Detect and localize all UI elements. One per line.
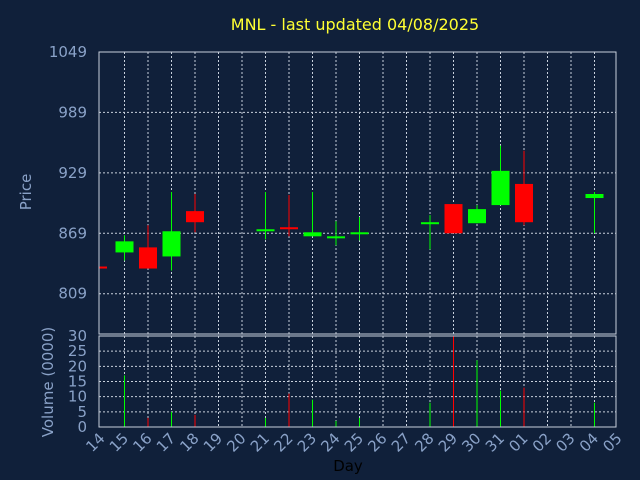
candle-16 [139, 225, 157, 269]
x-tick-label: 02 [529, 429, 555, 455]
price-axis-ticks: 809 869 929 989 1049 [49, 43, 87, 303]
x-tick-label: 16 [129, 429, 155, 455]
candle-14 [99, 266, 107, 269]
volume-tick-label: 30 [68, 327, 87, 345]
candle-18 [186, 194, 204, 233]
candle-body [256, 229, 275, 232]
candle-body [491, 170, 510, 206]
x-tick-label: 19 [200, 429, 226, 455]
price-tick-label: 929 [58, 164, 87, 182]
price-tick-label: 869 [58, 224, 87, 242]
candle-body [350, 232, 369, 235]
volume-grid [99, 335, 616, 428]
chart-title: MNL - last updated 04/08/2025 [231, 15, 479, 34]
candle-body [280, 227, 298, 230]
x-tick-label: 23 [294, 429, 320, 455]
candle-28 [421, 215, 439, 250]
candle-body [421, 222, 439, 225]
candle-24 [327, 221, 345, 246]
x-tick-label: 01 [505, 429, 531, 455]
candle-body [139, 247, 157, 269]
candle-body [162, 231, 181, 257]
x-tick-label: 21 [247, 429, 273, 455]
x-tick-label: 24 [317, 429, 343, 455]
candlestick-series [99, 145, 604, 271]
candle-01 [515, 150, 533, 226]
x-tick-label: 17 [153, 429, 179, 455]
candle-body [303, 232, 322, 237]
volume-axis-label: Volume (0000) [39, 327, 57, 437]
x-axis-label: Day [333, 457, 363, 475]
candle-31 [491, 145, 510, 206]
candle-body [115, 241, 134, 253]
x-axis-ticks: 1415161718192021222324252627282930310102… [82, 429, 625, 455]
price-tick-label: 989 [58, 103, 87, 121]
candle-21 [256, 191, 275, 240]
candle-body [327, 236, 345, 239]
price-tick-label: 1049 [49, 43, 87, 61]
x-tick-label: 15 [106, 429, 132, 455]
x-tick-label: 30 [458, 429, 484, 455]
candle-23 [303, 191, 322, 237]
x-tick-label: 04 [576, 429, 602, 455]
candle-body [515, 183, 533, 223]
candle-25 [350, 217, 369, 241]
x-tick-label: 28 [411, 429, 437, 455]
price-tick-label: 809 [58, 285, 87, 303]
candle-body [186, 211, 204, 223]
candle-04 [585, 191, 604, 234]
x-tick-label: 05 [599, 429, 625, 455]
price-panel-frame [98, 51, 617, 335]
candle-29 [444, 204, 463, 234]
x-tick-label: 22 [270, 429, 296, 455]
candle-body [99, 266, 107, 269]
x-tick-label: 25 [341, 429, 367, 455]
x-tick-label: 27 [388, 429, 414, 455]
candle-17 [162, 191, 181, 271]
price-grid [99, 51, 616, 334]
x-tick-label: 18 [176, 429, 202, 455]
x-tick-label: 31 [482, 429, 508, 455]
x-tick-label: 26 [364, 429, 390, 455]
y-axis-label: Price [17, 174, 35, 211]
stock-chart: MNL - last updated 04/08/2025 809 869 929 9… [17, 15, 626, 475]
x-tick-label: 29 [435, 429, 461, 455]
candle-30 [468, 205, 486, 224]
candle-22 [280, 195, 298, 237]
candle-body [585, 194, 604, 199]
candle-body [468, 209, 486, 224]
x-tick-label: 03 [552, 429, 578, 455]
candle-15 [115, 235, 134, 261]
volume-axis-ticks: 051015202530 [68, 327, 87, 436]
candle-body [444, 204, 463, 234]
x-tick-label: 20 [223, 429, 249, 455]
